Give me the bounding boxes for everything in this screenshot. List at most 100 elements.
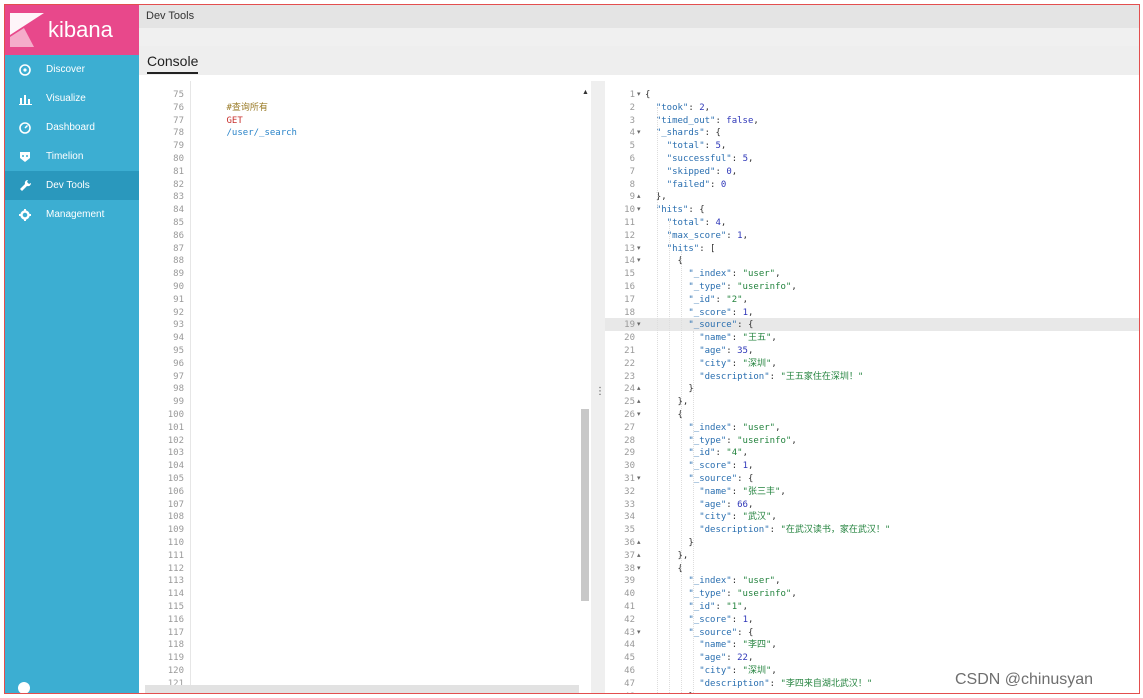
line-number: 85 [173,218,184,228]
line-number: 105 [167,474,184,484]
output-line-number: 40 [624,589,635,600]
output-line-number: 14 [624,256,635,267]
output-line-number: 35 [624,525,635,536]
output-line: "_source": { [688,320,754,331]
output-line-number: 20 [624,333,635,344]
editor-horizontal-scrollbar[interactable] [145,685,579,693]
output-line: "name": "张三丰", [699,486,786,497]
line-number: 109 [167,525,184,536]
line-number: 106 [167,486,184,497]
output-line-number: 5 [629,141,635,152]
collapse-button[interactable] [5,675,139,693]
kibana-logo[interactable]: kibana [5,5,139,55]
fold-close-icon[interactable]: ▴ [637,537,641,550]
watermark: CSDN @chinusyan [955,671,1094,688]
request-path: /user/_search [226,128,297,139]
output-line: "name": "王五", [699,333,777,344]
fold-close-icon[interactable]: ▴ [637,396,641,409]
line-number: 81 [173,166,184,177]
fold-close-icon[interactable]: ▴ [637,691,641,694]
line-number: 113 [167,576,184,587]
sidebar-item-label: Dashboard [46,122,95,133]
request-method: GET [226,115,243,126]
indent-guide [669,221,670,693]
output-line: { [645,563,683,574]
line-number: 80 [173,154,184,164]
output-line-number: 47 [624,678,635,689]
output-line: "timed_out": false, [655,115,759,126]
line-number: 89 [173,269,184,280]
sidebar-item-discover[interactable]: Discover [5,55,139,84]
output-line-number: 3 [629,115,635,126]
sidebar-item-timelion[interactable]: Timelion [5,142,139,171]
output-line: "city": "深圳", [699,666,777,676]
pane-resizer[interactable]: ⋮ [591,81,605,693]
fold-open-icon[interactable]: ▾ [637,204,641,217]
scrollbar-thumb[interactable] [581,409,589,601]
output-line-number: 25 [624,397,635,408]
output-line: "age": 66, [699,499,754,510]
output-line: { [645,410,683,420]
fold-open-icon[interactable]: ▾ [637,319,641,332]
tab-console[interactable]: Console [147,53,199,74]
fold-open-icon[interactable]: ▾ [637,409,641,422]
fold-open-icon[interactable]: ▾ [637,127,641,140]
kibana-logo-icon [10,13,44,47]
line-number: 95 [173,346,184,356]
output-line: "_source": { [688,627,754,638]
fold-open-icon[interactable]: ▾ [637,89,641,102]
sidebar-item-dev-tools[interactable]: Dev Tools [5,171,139,200]
editor-line-76[interactable]: GET /user/_search [194,102,297,153]
line-number: 78 [173,128,184,139]
collapse-icon [18,682,30,693]
output-line-number: 21 [624,346,635,356]
output-line: "_index": "user", [688,576,781,587]
output-line-number: 36 [624,538,635,548]
output-line: "_id": "1", [688,602,748,612]
editor-vertical-scrollbar[interactable]: ▲ [579,81,591,693]
fold-open-icon[interactable]: ▾ [637,243,641,256]
fold-close-icon[interactable]: ▴ [637,191,641,204]
sidebar-item-management[interactable]: Management [5,200,139,229]
output-line: "description": "王五家住在深圳！" [699,371,864,382]
sidebar-item-label: Timelion [46,151,84,162]
output-line-number: 31 [624,474,635,484]
line-number: 118 [167,640,184,651]
line-number: 111 [167,550,184,561]
response-output[interactable]: 1 ▾{2 "took": 2, 3 "timed_out": false, 4 ▾ "… [605,81,1139,693]
line-number: 117 [167,627,184,638]
gear-icon [18,208,32,222]
line-number: 97 [173,371,184,382]
fold-open-icon[interactable]: ▾ [637,473,641,486]
fold-close-icon[interactable]: ▴ [637,383,641,396]
line-number: 119 [167,653,184,664]
line-number: 116 [167,614,184,625]
output-line: "description": "李四来自湖北武汉！" [699,678,873,689]
line-number: 86 [173,230,184,241]
line-number: 76 [173,102,184,113]
output-line-number: 24 [624,384,635,395]
output-line-number: 29 [624,448,635,459]
fold-open-icon[interactable]: ▾ [637,255,641,268]
request-editor[interactable]: 75 76 77 78 79 80 81 82 83 84 85 86 87 88 89 90 91 92 93 94… [145,81,597,693]
output-line-number: 43 [624,627,635,638]
scroll-up-icon[interactable]: ▲ [582,89,589,96]
app-name: kibana [48,17,113,42]
output-line: "city": "武汉", [699,512,777,523]
output-line: "took": 2, [655,102,711,113]
fold-open-icon[interactable]: ▾ [637,563,641,576]
output-line-number: 19 [624,320,635,331]
sidebar-item-label: Visualize [46,93,86,104]
sidebar-item-visualize[interactable]: Visualize [5,84,139,113]
sidebar-item-dashboard[interactable]: Dashboard [5,113,139,142]
output-line: "skipped": 0, [666,166,738,177]
output-line-number: 18 [624,307,635,318]
fold-close-icon[interactable]: ▴ [637,550,641,563]
line-number: 102 [167,435,184,446]
query-bar-strip [139,28,1139,46]
line-number: 84 [173,205,184,216]
output-line-number: 33 [624,499,635,510]
line-number: 103 [167,448,184,459]
line-number: 94 [173,333,184,344]
fold-open-icon[interactable]: ▾ [637,627,641,640]
